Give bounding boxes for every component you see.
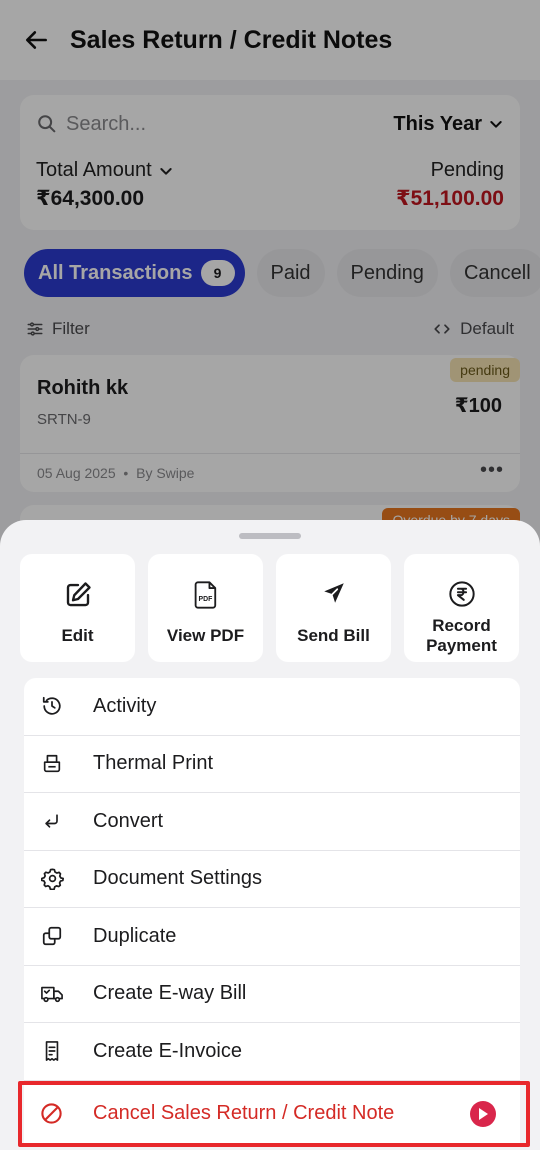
pdf-file-icon: PDF (194, 581, 216, 609)
view-pdf-button[interactable]: PDF View PDF (148, 554, 263, 662)
menu-item-cancel-credit-note[interactable]: Cancel Sales Return / Credit Note (18, 1080, 530, 1147)
edit-button[interactable]: Edit (20, 554, 135, 662)
menu-item-thermal-print[interactable]: Thermal Print (24, 736, 520, 793)
drag-handle[interactable] (239, 533, 301, 539)
send-bill-label: Send Bill (297, 626, 370, 645)
edit-label: Edit (61, 626, 94, 645)
play-triangle-icon (479, 1107, 488, 1120)
thermal-printer-icon (43, 754, 61, 772)
actions-menu: Activity Thermal Print Convert Document … (18, 678, 530, 1147)
menu-item-convert[interactable]: Convert (24, 793, 520, 851)
menu-item-activity[interactable]: Activity (24, 678, 520, 736)
menu-item-duplicate[interactable]: Duplicate (24, 908, 520, 966)
edit-icon (66, 582, 91, 607)
record-payment-line1: Record (432, 616, 491, 635)
menu-item-label: Cancel Sales Return / Credit Note (93, 1102, 395, 1124)
menu-item-label: Document Settings (93, 867, 262, 890)
menu-item-label: Duplicate (93, 924, 177, 947)
actions-bottom-sheet: Edit PDF View PDF Send Bill Record Payme… (0, 520, 540, 1150)
menu-item-create-einvoice[interactable]: Create E-Invoice (24, 1023, 520, 1081)
menu-item-label: Convert (93, 809, 164, 832)
ban-icon (40, 1103, 62, 1124)
record-payment-line2: Payment (426, 636, 497, 655)
invoice-icon (45, 1041, 59, 1062)
menu-item-label: Activity (93, 694, 157, 717)
menu-item-label: Create E-Invoice (93, 1039, 242, 1062)
rupee-circle-icon (448, 581, 475, 607)
copy-icon (42, 927, 62, 946)
record-payment-button[interactable]: Record Payment (404, 554, 519, 662)
send-bill-button[interactable]: Send Bill (276, 554, 391, 662)
pdf-glyph: PDF (198, 596, 212, 603)
menu-item-label: Thermal Print (93, 752, 214, 775)
menu-item-label: Create E-way Bill (93, 982, 247, 1005)
play-video-icon[interactable] (470, 1100, 496, 1127)
history-icon (42, 697, 61, 715)
record-payment-label: Record Payment (404, 616, 519, 656)
menu-item-document-settings[interactable]: Document Settings (24, 851, 520, 908)
quick-actions: Edit PDF View PDF Send Bill Record Payme… (20, 554, 519, 662)
truck-icon (41, 986, 63, 1002)
menu-item-create-eway-bill[interactable]: Create E-way Bill (24, 966, 520, 1023)
gear-icon (40, 868, 64, 891)
send-icon (323, 583, 344, 603)
return-arrow-icon (45, 814, 58, 828)
view-pdf-label: View PDF (166, 626, 245, 645)
